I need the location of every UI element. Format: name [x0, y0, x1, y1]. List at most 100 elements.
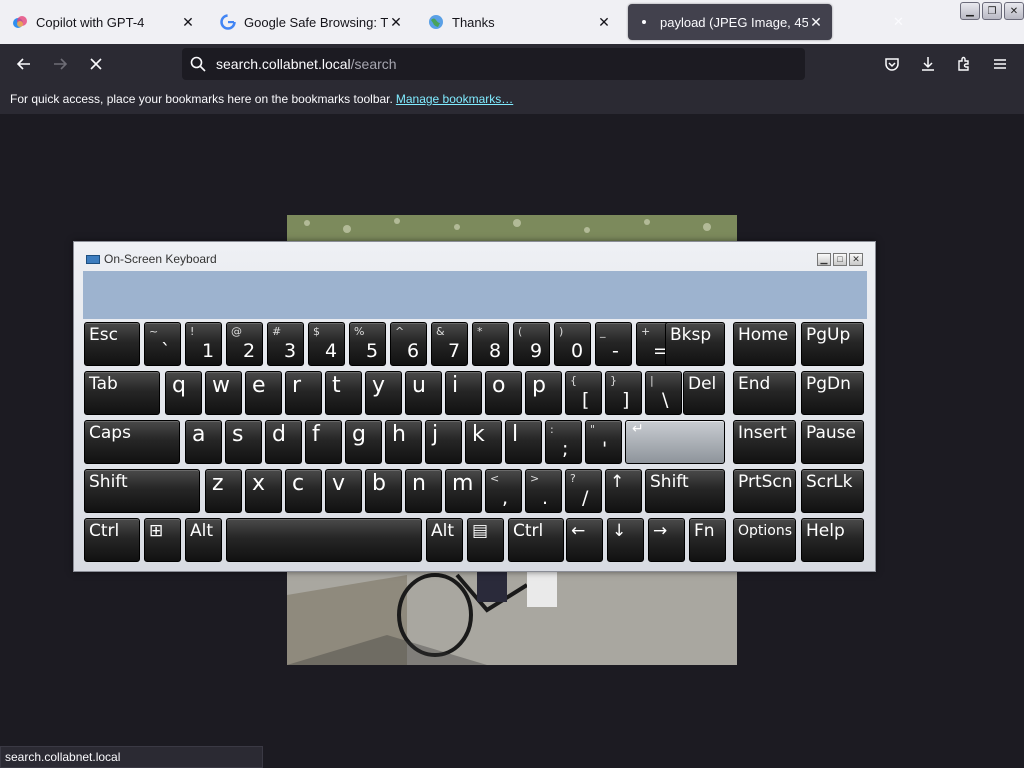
key-windows[interactable]: ⊞ — [144, 518, 181, 562]
tab-google-safe-browsing[interactable]: Google Safe Browsing: Thank ✕ — [212, 4, 412, 40]
close-tab-icon[interactable]: ✕ — [388, 14, 404, 31]
key-symbol[interactable]: >. — [525, 469, 562, 513]
key-g[interactable]: g — [345, 420, 382, 464]
key-bksp[interactable]: Bksp — [665, 322, 725, 366]
key-h[interactable]: h — [385, 420, 422, 464]
key-t[interactable]: t — [325, 371, 362, 415]
key-scrlk[interactable]: ScrLk — [801, 469, 864, 513]
key-alt[interactable]: Alt — [185, 518, 222, 562]
key-end[interactable]: End — [733, 371, 796, 415]
key-symbol[interactable]: :; — [545, 420, 582, 464]
key-help[interactable]: Help — [801, 518, 864, 562]
key-m[interactable]: m — [445, 469, 482, 513]
tab-payload-image[interactable]: payload (JPEG Image, 450 × 4 ✕ — [628, 4, 832, 40]
back-button[interactable] — [10, 50, 38, 78]
key-menu[interactable]: ▤ — [467, 518, 504, 562]
key-left-arrow[interactable]: ← — [566, 518, 603, 562]
key-prtscn[interactable]: PrtScn — [733, 469, 796, 513]
key-y[interactable]: y — [365, 371, 402, 415]
key-i[interactable]: i — [445, 371, 482, 415]
close-tab-icon[interactable]: ✕ — [596, 14, 612, 31]
key-shift[interactable]: Shift — [84, 469, 200, 513]
key-symbol[interactable]: " ' — [585, 420, 622, 464]
key-e[interactable]: e — [245, 371, 282, 415]
minimize-window-icon[interactable]: ▁ — [960, 2, 980, 20]
key-symbol[interactable]: ! 1 — [185, 322, 222, 366]
key-home[interactable]: Home — [733, 322, 796, 366]
key-symbol[interactable]: ~ ` — [144, 322, 181, 366]
url-bar[interactable]: search.collabnet.local/search — [182, 48, 805, 80]
close-window-icon[interactable]: ✕ — [1004, 2, 1024, 20]
close-tab-icon[interactable]: ✕ — [808, 14, 824, 31]
key-symbol[interactable]: ) 0 — [554, 322, 591, 366]
downloads-button[interactable] — [914, 50, 942, 78]
key-ctrl[interactable]: Ctrl — [84, 518, 140, 562]
key-symbol[interactable]: ^ 6 — [390, 322, 427, 366]
key-ctrl[interactable]: Ctrl — [508, 518, 564, 562]
key-symbol[interactable]: | \ — [645, 371, 682, 415]
key-down-arrow[interactable]: ↓ — [607, 518, 644, 562]
key-k[interactable]: k — [465, 420, 502, 464]
key-symbol[interactable]: * 8 — [472, 322, 509, 366]
key-symbol[interactable]: }] — [605, 371, 642, 415]
close-tab-icon[interactable]: ✕ — [180, 14, 196, 31]
restore-window-icon[interactable]: ❐ — [982, 2, 1002, 20]
key-fn[interactable]: Fn — [689, 518, 726, 562]
key-symbol[interactable]: <, — [485, 469, 522, 513]
key-l[interactable]: l — [505, 420, 542, 464]
key-symbol[interactable]: (9 — [513, 322, 550, 366]
key-pgdn[interactable]: PgDn — [801, 371, 864, 415]
key-x[interactable]: x — [245, 469, 282, 513]
key-enter[interactable]: ↵ — [625, 420, 725, 464]
manage-bookmarks-link[interactable]: Manage bookmarks… — [396, 92, 513, 106]
key-f[interactable]: f — [305, 420, 342, 464]
pocket-button[interactable] — [878, 50, 906, 78]
key-symbol[interactable]: % 5 — [349, 322, 386, 366]
key-p[interactable]: p — [525, 371, 562, 415]
key-right-arrow[interactable]: → — [648, 518, 685, 562]
key-shift[interactable]: Shift — [645, 469, 725, 513]
key-symbol[interactable]: @2 — [226, 322, 263, 366]
osk-close-icon[interactable]: ✕ — [849, 253, 863, 266]
key-o[interactable]: o — [485, 371, 522, 415]
key-symbol[interactable]: _ - — [595, 322, 632, 366]
key-space[interactable] — [226, 518, 422, 562]
key-q[interactable]: q — [165, 371, 202, 415]
new-tab-icon[interactable]: ✕ — [893, 14, 904, 30]
key-pgup[interactable]: PgUp — [801, 322, 864, 366]
osk-maximize-icon[interactable]: □ — [833, 253, 847, 266]
key-pause[interactable]: Pause — [801, 420, 864, 464]
key-z[interactable]: z — [205, 469, 242, 513]
key-alt[interactable]: Alt — [426, 518, 463, 562]
app-menu-button[interactable] — [986, 50, 1014, 78]
key-r[interactable]: r — [285, 371, 322, 415]
key-a[interactable]: a — [185, 420, 222, 464]
key-b[interactable]: b — [365, 469, 402, 513]
key-symbol[interactable]: & 7 — [431, 322, 468, 366]
key-caps[interactable]: Caps — [84, 420, 180, 464]
key-symbol[interactable]: $4 — [308, 322, 345, 366]
forward-button[interactable] — [46, 50, 74, 78]
key-s[interactable]: s — [225, 420, 262, 464]
key-symbol[interactable]: {[ — [565, 371, 602, 415]
tab-copilot[interactable]: Copilot with GPT-4 ✕ — [4, 4, 204, 40]
key-n[interactable]: n — [405, 469, 442, 513]
key-options[interactable]: Options — [733, 518, 796, 562]
key-v[interactable]: v — [325, 469, 362, 513]
key-d[interactable]: d — [265, 420, 302, 464]
key-tab[interactable]: Tab — [84, 371, 160, 415]
key-insert[interactable]: Insert — [733, 420, 796, 464]
key-up-arrow[interactable]: ↑ — [605, 469, 642, 513]
stop-loading-button[interactable] — [82, 50, 110, 78]
key-esc[interactable]: Esc — [84, 322, 140, 366]
key-symbol[interactable]: ? / — [565, 469, 602, 513]
key-j[interactable]: j — [425, 420, 462, 464]
extensions-button[interactable] — [950, 50, 978, 78]
tab-thanks[interactable]: Thanks ✕ — [420, 4, 620, 40]
osk-titlebar[interactable]: On-Screen Keyboard ▁ □ ✕ — [74, 242, 875, 270]
key-u[interactable]: u — [405, 371, 442, 415]
key-symbol[interactable]: #3 — [267, 322, 304, 366]
osk-minimize-icon[interactable]: ▁ — [817, 253, 831, 266]
key-w[interactable]: w — [205, 371, 242, 415]
key-del[interactable]: Del — [683, 371, 725, 415]
